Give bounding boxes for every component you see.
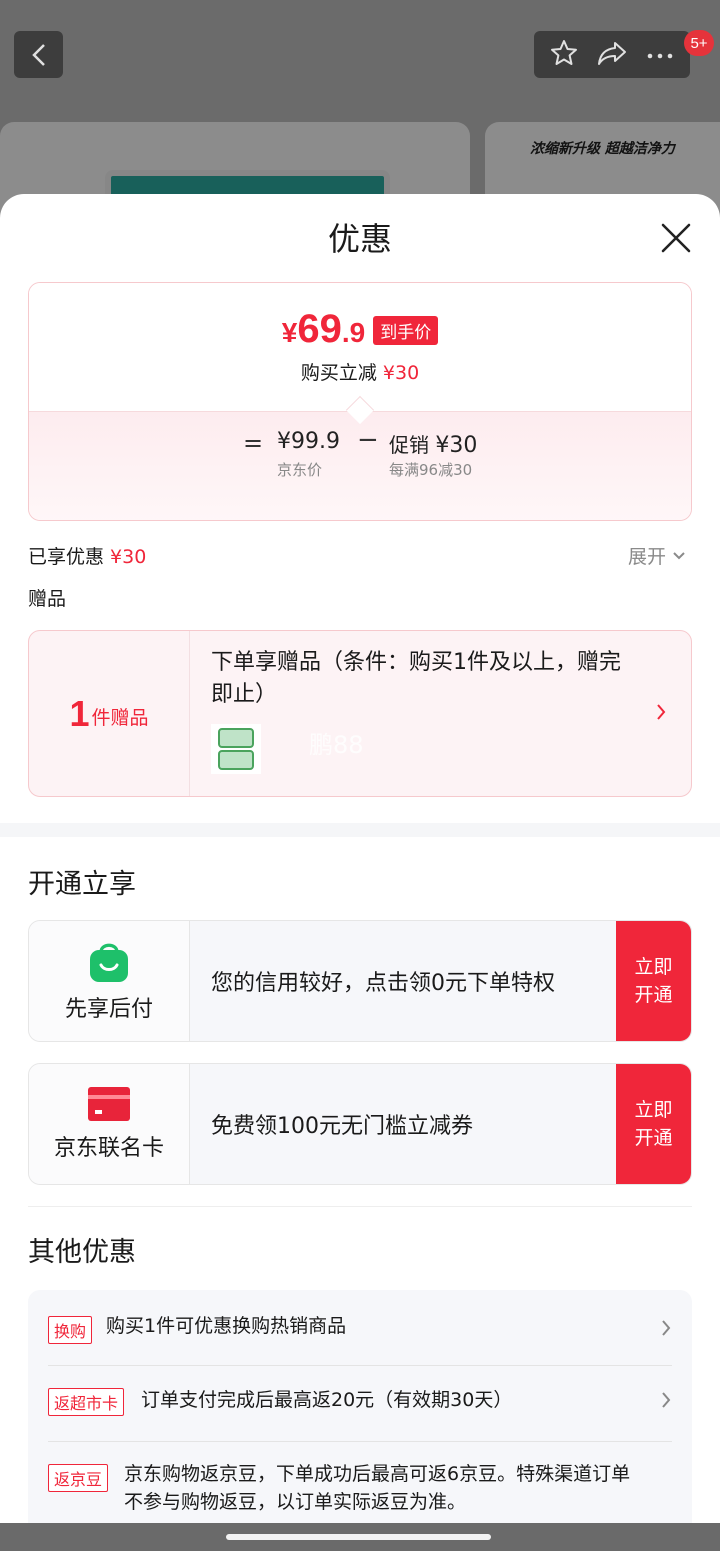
jd-price: ¥99.9 [277, 429, 340, 454]
jd-price-label: 京东价 [277, 461, 323, 479]
pay-later-label: 先享后付 [64, 997, 153, 1022]
instant-discount-label: 购买立减 [300, 362, 377, 384]
jd-beans-text: 京东购物返京豆，下单成功后最高可返6京豆。特殊渠道订单不参与购物返豆，以订单实际… [124, 1463, 631, 1513]
section-divider [0, 823, 720, 837]
gift-card[interactable]: 1 件赠品 下单享赠品（条件：购买1件及以上，赠完即止） 鹏88 [28, 630, 692, 797]
list-item-supermarket-card[interactable]: 返超市卡 订单支付完成后最高返20元（有效期30天） [48, 1366, 672, 1442]
price-decimal: .9 [341, 317, 366, 348]
instant-discount-line: 购买立减 ¥30 [29, 358, 691, 385]
promo-label: 促销 [389, 433, 429, 457]
jd-beans-tag: 返京豆 [48, 1464, 109, 1492]
gift-count-number: 1 [69, 692, 90, 734]
pay-later-activate-button[interactable]: 立即开通 [616, 921, 691, 1041]
credit-card-icon [88, 1087, 130, 1121]
co-branded-activate-button[interactable]: 立即开通 [616, 1064, 691, 1184]
other-section-heading: 其他优惠 [28, 1237, 136, 1268]
price-integer: 69 [297, 307, 342, 351]
gift-heading: 赠品 [28, 588, 67, 610]
co-branded-description: 免费领100元无门槛立减券 [211, 1114, 473, 1139]
enjoyed-amount: ¥30 [110, 546, 147, 568]
gift-pack-bottom [218, 750, 254, 770]
exchange-tag: 换购 [48, 1316, 93, 1344]
star-icon[interactable] [550, 39, 578, 71]
chevron-right-icon [662, 1320, 671, 1336]
topbar-actions [534, 31, 690, 78]
minus-sign: − [357, 425, 379, 455]
co-branded-label: 京东联名卡 [53, 1136, 164, 1161]
notification-badge: 5+ [684, 30, 714, 56]
equals-sign: = [243, 429, 264, 457]
instant-discount-amount: ¥30 [382, 362, 420, 384]
promo-amount: ¥30 [435, 433, 478, 458]
pay-later-card[interactable]: 先享后付 您的信用较好，点击领0元下单特权 立即开通 [28, 920, 692, 1042]
close-button[interactable] [656, 218, 696, 258]
more-icon[interactable] [646, 45, 674, 64]
other-discounts-list: 换购 购买1件可优惠换购热销商品 返超市卡 订单支付完成后最高返20元（有效期3… [28, 1290, 692, 1551]
supermarket-card-text: 订单支付完成后最高返20元（有效期30天） [141, 1389, 513, 1411]
open-section-heading: 开通立享 [28, 869, 136, 900]
enjoyed-label: 已享优惠 [28, 546, 105, 568]
gift-product-image[interactable] [211, 724, 261, 774]
pay-later-description: 您的信用较好，点击领0元下单特权 [211, 971, 555, 996]
gift-count: 1 件赠品 [29, 631, 190, 796]
sheet-title: 优惠 [327, 220, 392, 258]
share-icon[interactable] [597, 40, 627, 70]
final-price-card: ¥ 69 .9 到手价 购买立减 ¥30 = ¥99.9 京东价 − 促销 ¥3… [28, 282, 692, 521]
list-item-exchange[interactable]: 换购 购买1件可优惠换购热销商品 [48, 1312, 672, 1366]
currency-symbol: ¥ [281, 317, 298, 348]
promo-description: 每满96减30 [389, 461, 473, 479]
expand-button[interactable]: 展开 [628, 542, 686, 569]
close-icon [661, 223, 691, 253]
gift-pack-top [218, 728, 254, 748]
supermarket-card-tag: 返超市卡 [48, 1388, 125, 1416]
watermark: 鹏88 [309, 731, 364, 759]
final-price-section: ¥ 69 .9 到手价 购买立减 ¥30 [29, 283, 691, 411]
shopping-bag-icon [90, 943, 128, 982]
chevron-right-icon [662, 1392, 671, 1408]
expand-label: 展开 [628, 546, 667, 568]
chevron-right-icon [657, 704, 666, 720]
divider [28, 1206, 692, 1207]
gift-count-unit: 件赠品 [91, 707, 149, 729]
enjoyed-discount: 已享优惠 ¥30 [28, 542, 146, 569]
promo-line: 促销 ¥30 [389, 429, 477, 458]
chevron-left-icon [31, 43, 45, 66]
back-button[interactable] [14, 31, 63, 78]
exchange-text: 购买1件可优惠换购热销商品 [106, 1315, 347, 1337]
home-indicator[interactable] [226, 1534, 491, 1540]
final-price-tag: 到手价 [373, 316, 439, 345]
gift-description: 下单享赠品（条件：购买1件及以上，赠完即止） [211, 650, 621, 707]
co-branded-card[interactable]: 京东联名卡 免费领100元无门槛立减券 立即开通 [28, 1063, 692, 1185]
co-branded-brand: 京东联名卡 [29, 1064, 190, 1184]
final-price: ¥ 69 .9 到手价 [29, 307, 691, 352]
pay-later-brand: 先享后付 [29, 921, 190, 1041]
discount-sheet: 优惠 ¥ 69 .9 到手价 购买立减 ¥30 = ¥99.9 京东价 − 促销… [0, 194, 720, 1551]
chevron-down-icon [673, 551, 685, 559]
